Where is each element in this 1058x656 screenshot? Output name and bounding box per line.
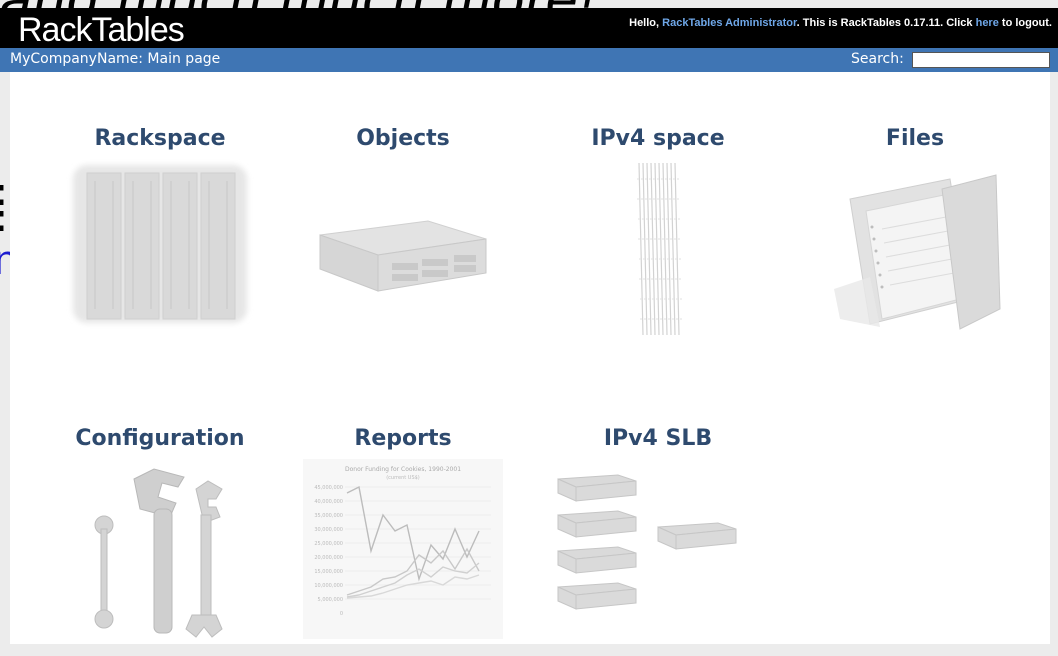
search-label: Search: — [851, 51, 904, 67]
main-page-content: Rackspace Objects IPv4 space Files Confi… — [10, 72, 1050, 644]
tile-title[interactable]: Objects — [283, 126, 523, 151]
chart-subtitle: (current US$) — [386, 475, 420, 481]
rack-icon[interactable] — [65, 159, 255, 329]
tile-title[interactable]: Files — [795, 126, 1035, 151]
slb-servers-icon[interactable] — [548, 459, 768, 639]
user-link[interactable]: RackTables Administrator — [662, 17, 797, 29]
greeting-prefix: Hello, — [629, 17, 663, 29]
breadcrumb[interactable]: MyCompanyName: Main page — [10, 51, 220, 67]
tile-title[interactable]: IPv4 space — [538, 126, 778, 151]
chart-ytick-label: 5,000,000 — [318, 597, 343, 603]
report-chart-icon[interactable]: Donor Funding for Cookies, 1990-2001 (cu… — [303, 459, 503, 639]
chart-ytick-label: 45,000,000 — [314, 485, 343, 491]
tile-ipv4-slb[interactable]: IPv4 SLB — [538, 426, 778, 656]
chart-ytick-label: 0 — [340, 611, 343, 617]
nav-bar: MyCompanyName: Main page Search: — [0, 48, 1058, 72]
chart-ytick-label: 10,000,000 — [314, 583, 343, 589]
chart-ytick-label: 35,000,000 — [314, 513, 343, 519]
logout-link[interactable]: here — [976, 17, 999, 29]
background-colon: : — [0, 196, 7, 241]
tile-reports[interactable]: Reports Donor Funding for Cookies, 1990-… — [283, 426, 523, 656]
chart-title: Donor Funding for Cookies, 1990-2001 — [345, 466, 461, 473]
greeting-version: . This is RackTables 0.17.11. Click — [796, 17, 976, 29]
racktables-logo[interactable]: RackTables — [18, 10, 185, 50]
chart-ytick-label: 30,000,000 — [314, 527, 343, 533]
chart-ytick-label: 15,000,000 — [314, 569, 343, 575]
chart-ytick-label: 40,000,000 — [314, 499, 343, 505]
chart-ytick-label: 20,000,000 — [314, 555, 343, 561]
tile-title[interactable]: Rackspace — [40, 126, 280, 151]
tile-title[interactable]: Reports — [283, 426, 523, 451]
tile-files[interactable]: Files — [795, 126, 1035, 356]
greeting-suffix: to logout. — [998, 17, 1052, 29]
greeting-text: Hello, RackTables Administrator. This is… — [629, 17, 1052, 29]
tile-title[interactable]: Configuration — [40, 426, 280, 451]
server-icon[interactable] — [308, 159, 498, 329]
tile-objects[interactable]: Objects — [283, 126, 523, 356]
tile-configuration[interactable]: Configuration — [40, 426, 280, 656]
tile-rackspace[interactable]: Rackspace — [40, 126, 280, 356]
tile-ipv4-space[interactable]: IPv4 space — [538, 126, 778, 356]
search-input[interactable] — [912, 52, 1050, 68]
folder-icon[interactable] — [820, 159, 1010, 339]
ip-list-icon[interactable] — [563, 159, 753, 339]
header-bar: RackTables Hello, RackTables Administrat… — [0, 8, 1058, 50]
wrench-icon[interactable] — [60, 459, 260, 639]
chart-ytick-label: 25,000,000 — [314, 541, 343, 547]
tile-title[interactable]: IPv4 SLB — [538, 426, 778, 451]
